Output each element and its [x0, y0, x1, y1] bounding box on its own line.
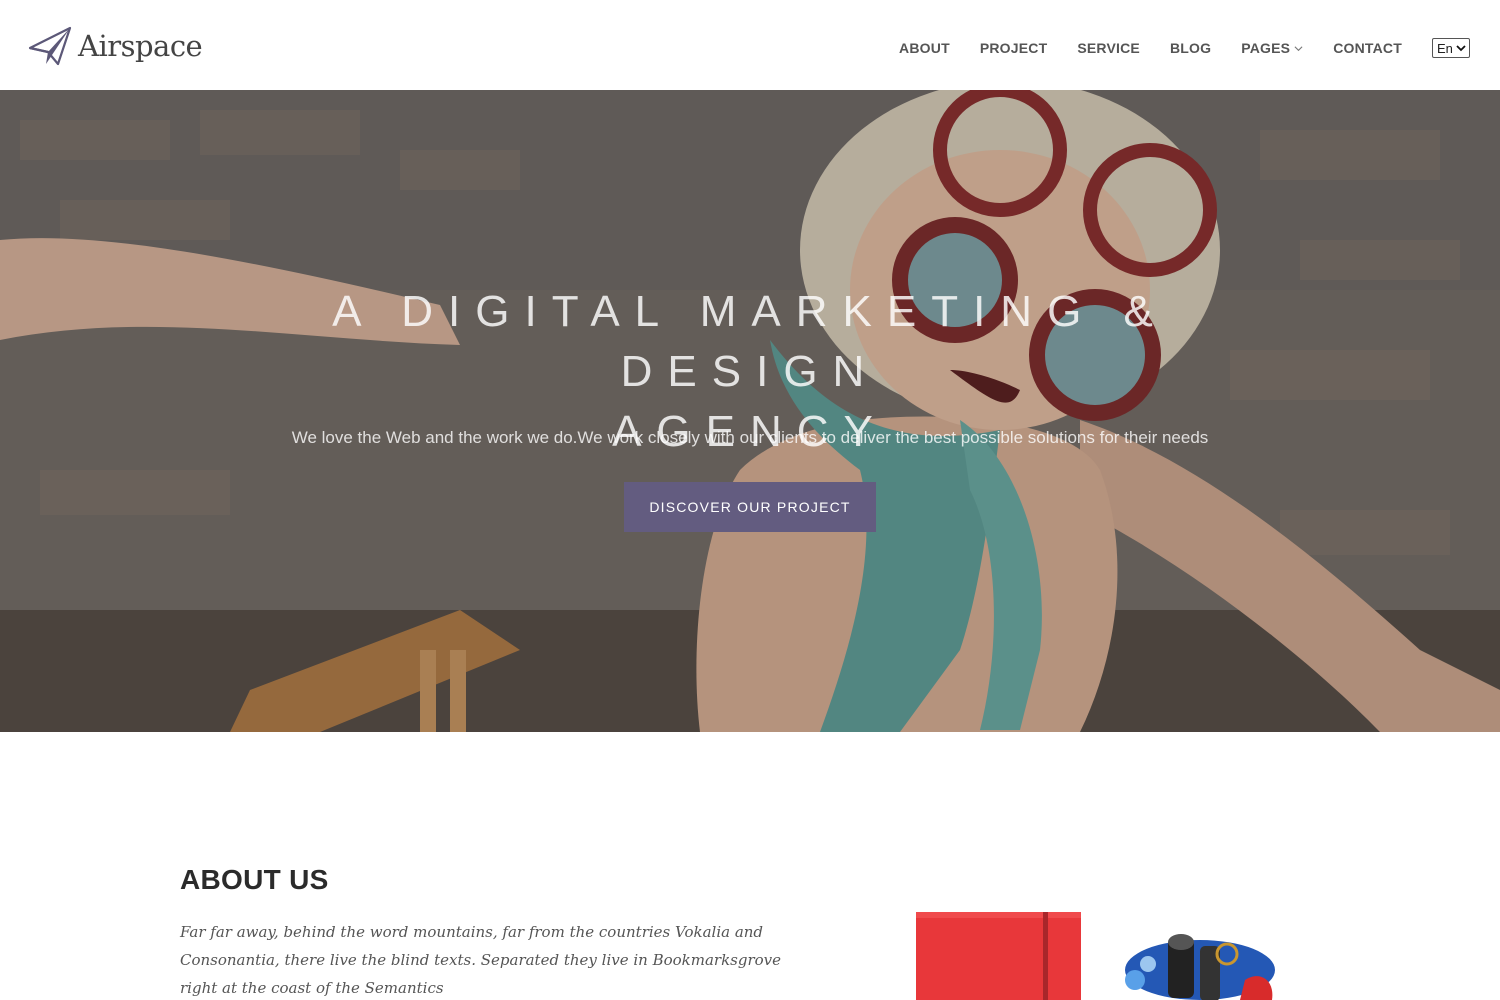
main-nav: ABOUT PROJECT SERVICE BLOG PAGES CONTACT…	[899, 38, 1470, 58]
site-header: Airspace ABOUT PROJECT SERVICE BLOG PAGE…	[0, 0, 1500, 90]
discover-project-button[interactable]: DISCOVER OUR PROJECT	[624, 482, 876, 532]
chevron-down-icon	[1294, 45, 1303, 51]
nav-pages-label: PAGES	[1241, 40, 1291, 56]
chevron-down-icon	[1456, 45, 1466, 52]
nav-blog[interactable]: BLOG	[1170, 40, 1211, 56]
nav-service[interactable]: SERVICE	[1077, 40, 1140, 56]
site-logo[interactable]: Airspace	[28, 22, 203, 70]
nav-project[interactable]: PROJECT	[980, 40, 1048, 56]
about-heading: ABOUT US	[180, 864, 329, 895]
hero-subtitle: We love the Web and the work we do.We wo…	[291, 428, 1209, 447]
paper-plane-icon	[28, 26, 72, 66]
brand-name: Airspace	[78, 29, 203, 63]
language-selected: En	[1437, 40, 1453, 56]
language-select[interactable]: En	[1432, 38, 1470, 58]
hero-title-line1: A DIGITAL MARKETING & DESIGN	[332, 287, 1168, 396]
hero-section: A DIGITAL MARKETING & DESIGN AGENCY We l…	[0, 90, 1500, 732]
about-body: Far far away, behind the word mountains,…	[180, 923, 782, 997]
nav-contact[interactable]: CONTACT	[1333, 40, 1402, 56]
nav-about[interactable]: ABOUT	[899, 40, 950, 56]
nav-pages[interactable]: PAGES	[1241, 40, 1303, 56]
about-image	[900, 900, 1300, 1000]
